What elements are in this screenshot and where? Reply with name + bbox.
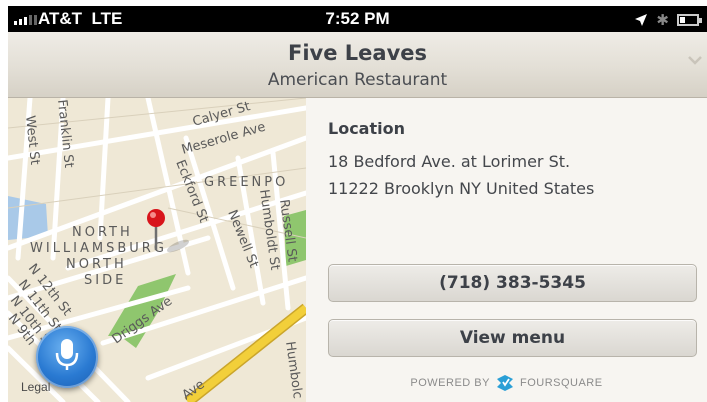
voice-search-button[interactable] — [36, 326, 98, 388]
address-line-2: 11222 Brooklyn NY United States — [328, 179, 595, 198]
powered-by-label: POWERED BY — [410, 377, 490, 389]
microphone-icon — [55, 339, 79, 370]
neighborhood-label: NORTH — [66, 257, 127, 272]
neighborhood-label: NORTH — [72, 225, 133, 240]
view-menu-button[interactable]: View menu — [328, 319, 697, 357]
foursquare-label: FOURSQUARE — [519, 377, 603, 389]
neighborhood-label: WILLIAMSBURG — [30, 241, 167, 256]
address-line-1: 18 Bedford Ave. at Lorimer St. — [328, 152, 571, 171]
neighborhood-label: SIDE — [84, 273, 126, 288]
map-view[interactable]: Calyer St Meserole Ave West St Franklin … — [8, 98, 306, 402]
venue-title: Five Leaves — [287, 41, 427, 65]
status-bar: AT&T LTE 7:52 PM ✱ — [8, 6, 707, 32]
battery-icon — [677, 14, 702, 26]
venue-info-panel: Location 18 Bedford Ave. at Lorimer St. … — [306, 98, 707, 402]
location-heading: Location — [328, 119, 405, 138]
chevron-down-icon[interactable] — [687, 52, 703, 68]
phone-screen: AT&T LTE 7:52 PM ✱ Five Leaves American … — [8, 6, 707, 402]
neighborhood-label: GREENPO — [204, 175, 288, 190]
status-icons: ✱ — [634, 11, 702, 29]
venue-header: Five Leaves American Restaurant — [8, 32, 707, 98]
bluetooth-icon: ✱ — [656, 12, 669, 29]
foursquare-logo-icon — [496, 375, 513, 391]
powered-by-foursquare: POWERED BY FOURSQUARE — [306, 374, 707, 392]
location-arrow-icon — [635, 14, 648, 26]
status-time: 7:52 PM — [325, 9, 390, 28]
venue-category: American Restaurant — [267, 70, 448, 90]
legal-link[interactable]: Legal — [21, 380, 50, 394]
call-phone-button[interactable]: (718) 383-5345 — [328, 264, 697, 302]
